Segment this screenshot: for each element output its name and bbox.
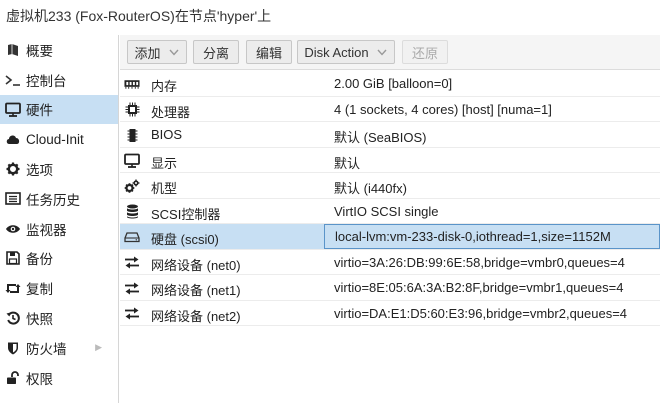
- row-name: 硬盘 (scsi0): [151, 232, 219, 247]
- row-value: 默认: [334, 155, 361, 171]
- list-icon: [5, 191, 21, 207]
- row-name: 内存: [151, 79, 178, 94]
- book-icon: [5, 42, 21, 58]
- sidebar-item-label: 控制台: [26, 73, 67, 89]
- gear-icon: [5, 161, 21, 177]
- sidebar-item-label: 防火墙: [26, 341, 67, 357]
- detach-button-label: 分离: [202, 45, 229, 61]
- row-name: 机型: [151, 181, 178, 196]
- row-name: 网络设备 (net0): [151, 257, 241, 273]
- chevron-down-icon: [168, 46, 180, 58]
- row-value: virtio=3A:26:DB:99:6E:58,bridge=vmbr0,qu…: [334, 254, 625, 270]
- chevron-right-icon[interactable]: ▶: [95, 342, 102, 353]
- revert-button-label: 还原: [411, 45, 438, 61]
- retweet-icon: [5, 280, 21, 296]
- sidebar-item-label: 硬件: [26, 103, 53, 119]
- monitor-icon: [5, 101, 21, 117]
- terminal-icon: [5, 72, 21, 88]
- sidebar-item-snapshots[interactable]: 快照: [0, 303, 118, 333]
- cloud-icon: [5, 131, 21, 147]
- sidebar-item-permissions[interactable]: 权限: [0, 363, 118, 393]
- sidebar-item-firewall[interactable]: 防火墙 ▶: [0, 333, 118, 363]
- row-name: 网络设备 (net1): [151, 283, 241, 298]
- table-row-memory[interactable]: 内存 2.00 GiB [balloon=0]: [120, 71, 660, 97]
- revert-button[interactable]: 还原: [402, 40, 448, 64]
- row-value: virtio=8E:05:6A:3A:B2:8F,bridge=vmbr1,qu…: [334, 280, 624, 295]
- row-value: virtio=DA:E1:D5:60:E3:96,bridge=vmbr2,qu…: [334, 305, 628, 321]
- memory-icon: [124, 76, 140, 92]
- edit-button-label: 编辑: [255, 45, 282, 61]
- sidebar-item-hardware[interactable]: 硬件: [0, 94, 118, 125]
- row-value: 4 (1 sockets, 4 cores) [host] [numa=1]: [334, 101, 552, 117]
- unlock-icon: [5, 370, 21, 386]
- row-value: VirtIO SCSI single: [334, 203, 439, 219]
- sidebar-item-console[interactable]: 控制台: [0, 65, 118, 95]
- row-value: local-lvm:vm-233-disk-0,iothread=1,size=…: [324, 224, 660, 249]
- row-name: 网络设备 (net2): [151, 308, 241, 324]
- desktop-icon: [124, 153, 140, 169]
- sidebar-item-label: 选项: [26, 163, 53, 179]
- sidebar-item-options[interactable]: 选项: [0, 154, 118, 184]
- table-row-processors[interactable]: 处理器 4 (1 sockets, 4 cores) [host] [numa=…: [120, 97, 660, 122]
- sidebar-item-label: 快照: [26, 312, 53, 328]
- cogs-icon: [124, 178, 140, 194]
- history-icon: [5, 310, 21, 326]
- row-value: 2.00 GiB [balloon=0]: [334, 76, 453, 91]
- sidebar-item-label: Cloud-Init: [26, 131, 84, 147]
- hardware-toolbar: 添加 分离 编辑 Disk Action 还原: [120, 35, 660, 70]
- row-value: 默认 (SeaBIOS): [334, 130, 427, 145]
- hardware-grid: 内存 2.00 GiB [balloon=0] 处理器 4 (1 sockets…: [120, 71, 660, 326]
- table-row-hard-disk[interactable]: 硬盘 (scsi0) local-lvm:vm-233-disk-0,iothr…: [120, 224, 660, 250]
- table-row-network-net1[interactable]: 网络设备 (net1) virtio=8E:05:6A:3A:B2:8F,bri…: [120, 275, 660, 301]
- sidebar-item-summary[interactable]: 概要: [0, 35, 118, 65]
- row-value: 默认 (i440fx): [334, 181, 407, 196]
- sidebar-item-replication[interactable]: 复制: [0, 273, 118, 303]
- row-name: BIOS: [151, 127, 183, 142]
- sidebar-item-cloud-init[interactable]: Cloud-Init: [0, 124, 118, 154]
- eye-icon: [5, 221, 21, 237]
- floppy-icon: [5, 250, 21, 266]
- sidebar-item-backup[interactable]: 备份: [0, 244, 118, 274]
- table-row-display[interactable]: 显示 默认: [120, 148, 660, 173]
- add-button-label: 添加: [134, 45, 161, 61]
- edit-button[interactable]: 编辑: [246, 40, 292, 64]
- disk-action-button[interactable]: Disk Action: [297, 40, 395, 64]
- add-button[interactable]: 添加: [127, 40, 187, 64]
- sidebar-item-label: 任务历史: [26, 192, 80, 208]
- sidebar-item-label: 权限: [26, 371, 53, 387]
- sidebar-item-label: 备份: [26, 252, 53, 268]
- detach-button[interactable]: 分离: [193, 40, 239, 64]
- sidebar-item-label: 复制: [26, 282, 53, 298]
- sidebar-item-task-history[interactable]: 任务历史: [0, 184, 118, 214]
- table-row-network-net0[interactable]: 网络设备 (net0) virtio=3A:26:DB:99:6E:58,bri…: [120, 250, 660, 275]
- disk-action-button-label: Disk Action: [304, 44, 369, 60]
- window-title: 虚拟机233 (Fox-RouterOS)在节点'hyper'上: [6, 8, 272, 24]
- row-name: SCSI控制器: [151, 206, 221, 222]
- sidebar-item-label: 监视器: [26, 222, 67, 238]
- table-row-bios[interactable]: BIOS 默认 (SeaBIOS): [120, 122, 660, 148]
- exchange-icon: [124, 280, 140, 296]
- sidebar-nav: 概要 控制台 硬件 Cloud-Init 选项 任务历史 监视器 备份 复制 快…: [0, 35, 119, 403]
- hdd-icon: [124, 229, 140, 245]
- cpu-icon: [124, 102, 140, 118]
- table-row-machine[interactable]: 机型 默认 (i440fx): [120, 173, 660, 199]
- exchange-icon: [124, 306, 140, 322]
- exchange-icon: [124, 255, 140, 271]
- database-icon: [124, 204, 140, 220]
- row-name: 处理器: [151, 104, 191, 120]
- shield-icon: [5, 340, 21, 356]
- table-row-network-net2[interactable]: 网络设备 (net2) virtio=DA:E1:D5:60:E3:96,bri…: [120, 301, 660, 326]
- sidebar-item-monitor[interactable]: 监视器: [0, 214, 118, 244]
- row-name: 显示: [151, 155, 178, 171]
- table-row-scsi-controller[interactable]: SCSI控制器 VirtIO SCSI single: [120, 199, 660, 224]
- chevron-down-icon: [376, 46, 388, 58]
- microchip-icon: [124, 127, 140, 143]
- sidebar-item-label: 概要: [26, 43, 53, 59]
